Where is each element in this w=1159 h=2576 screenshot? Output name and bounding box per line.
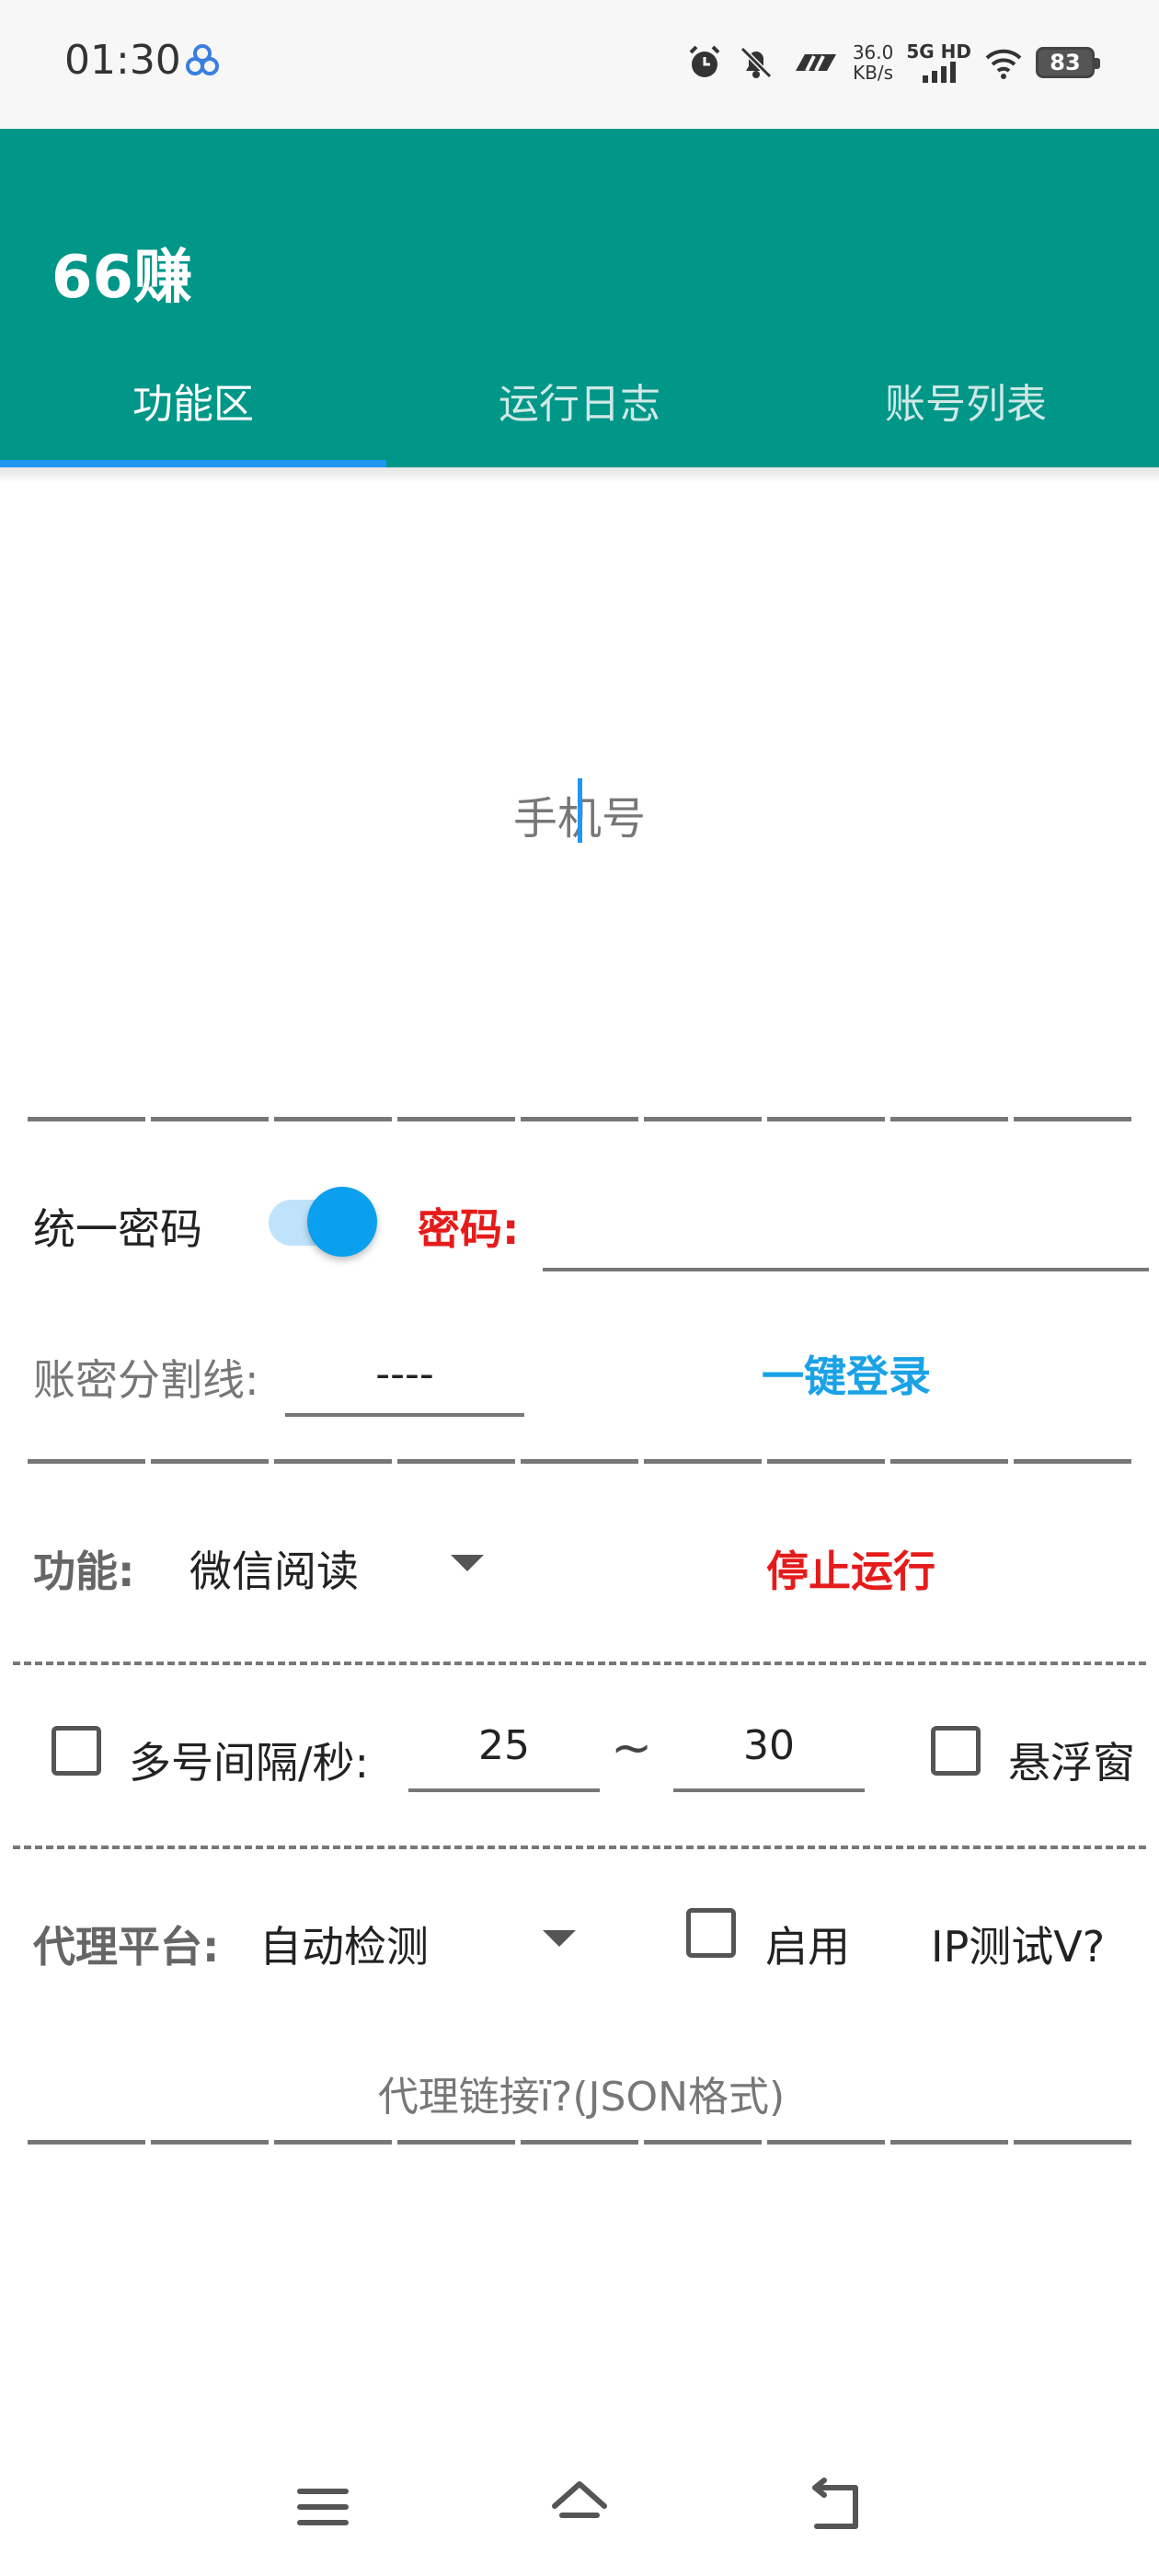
separator-label: 账密分割线: (33, 1355, 259, 1405)
text-cursor (578, 778, 582, 843)
network-speed-value: 36.0 (852, 41, 894, 63)
interval-max-input[interactable] (673, 1702, 865, 1792)
float-window-checkbox[interactable] (931, 1726, 981, 1776)
interval-separator: ~ (611, 1719, 653, 1777)
dashed-divider (13, 1846, 1146, 1849)
proxy-link-input[interactable] (28, 2052, 1135, 2142)
carrier-icon (795, 54, 836, 72)
enable-proxy-label: 启用 (765, 1922, 850, 1972)
dropdown-arrow-icon[interactable] (451, 1555, 484, 1571)
enable-proxy-checkbox[interactable] (686, 1908, 736, 1958)
status-time: 01:30 (64, 37, 181, 84)
app-title: 66赚 (52, 244, 193, 312)
unify-password-label: 统一密码 (33, 1204, 202, 1254)
interval-min-input[interactable] (408, 1702, 600, 1792)
interval-label: 多号间隔/秒: (129, 1738, 369, 1788)
stop-running-button[interactable]: 停止运行 (717, 1538, 984, 1599)
home-icon[interactable] (547, 2475, 612, 2539)
network-type: 5G HD (906, 40, 971, 63)
tab-indicator (0, 460, 386, 467)
proxy-platform-label: 代理平台: (33, 1922, 220, 1972)
proxy-platform-dropdown[interactable]: 自动检测 (259, 1914, 429, 1974)
battery-icon: 83 (1036, 47, 1100, 78)
tab-functions[interactable]: 功能区 (0, 377, 386, 466)
section-divider (28, 1459, 1131, 1464)
network-speed: 36.0 KB/s (853, 42, 894, 83)
wifi-icon (985, 49, 1022, 79)
unify-password-toggle-thumb[interactable] (307, 1187, 377, 1257)
back-icon[interactable] (804, 2475, 868, 2539)
dashed-divider (13, 1662, 1146, 1665)
separator-input[interactable] (285, 1334, 524, 1417)
network-speed-unit: KB/s (853, 62, 894, 84)
function-dropdown-value[interactable]: 微信阅读 (189, 1538, 359, 1599)
tab-run-log[interactable]: 运行日志 (386, 377, 773, 466)
battery-level: 83 (1050, 50, 1081, 75)
ip-test-button[interactable]: IP测试V? (931, 1914, 1105, 1974)
password-input[interactable] (543, 1187, 1149, 1271)
phone-input-underline (28, 1117, 1131, 1121)
alarm-icon (689, 45, 720, 77)
app-bar-shadow (0, 467, 1159, 484)
signal-icon (922, 62, 956, 83)
tab-account-list[interactable]: 账号列表 (773, 377, 1159, 466)
one-click-login-button[interactable]: 一键登录 (717, 1343, 975, 1404)
function-label: 功能: (33, 1547, 135, 1596)
password-label: 密码: (418, 1204, 520, 1254)
dropdown-arrow-icon[interactable] (543, 1930, 576, 1947)
bell-muted-icon (740, 46, 772, 79)
status-icons: 36.0 KB/s 5G HD 83 (685, 35, 1100, 90)
menu-icon[interactable] (291, 2475, 355, 2539)
proxy-link-underline (28, 2140, 1131, 2145)
float-window-label: 悬浮窗 (1008, 1738, 1135, 1788)
multi-account-interval-checkbox[interactable] (52, 1726, 101, 1776)
app-notification-icon (186, 44, 219, 75)
